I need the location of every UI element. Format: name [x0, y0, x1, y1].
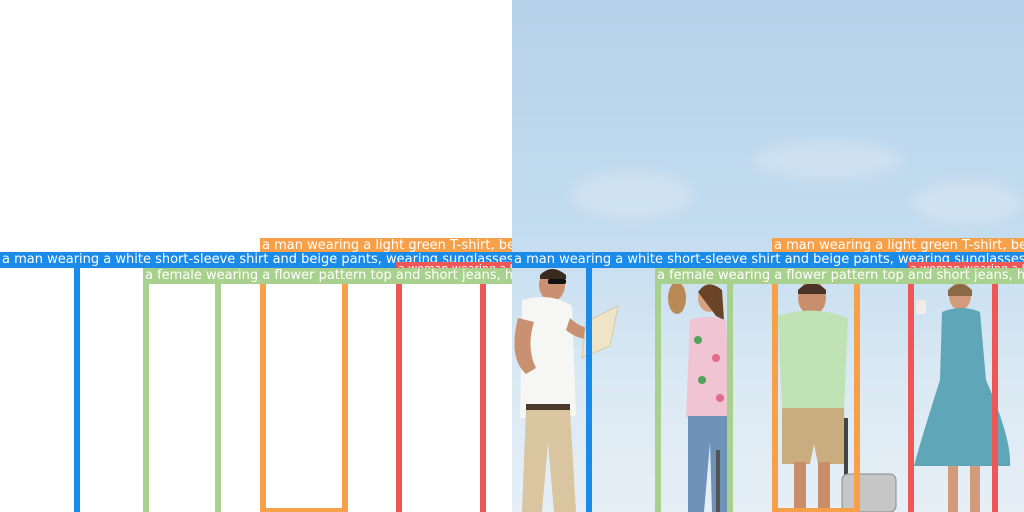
box-man-white-shirt-photo: [586, 262, 594, 512]
label-female-flower: a female wearing a flower pattern top an…: [143, 268, 512, 284]
left-annotation-panel: a man wearing a light green T-shirt, bei…: [0, 0, 512, 512]
box-woman-blue-dress-photo: [908, 264, 998, 512]
box-woman-blue-dress: [396, 264, 486, 512]
box-female-flower: [143, 283, 221, 512]
box-female-flower-photo: [655, 283, 733, 512]
label-female-flower-photo: a female wearing a flower pattern top an…: [655, 268, 1024, 284]
box-man-white-shirt: [74, 262, 82, 512]
man-white-shirt-figure: [514, 269, 619, 512]
right-photo-panel: a man wearing a light green T-shirt, bei…: [512, 0, 1024, 512]
